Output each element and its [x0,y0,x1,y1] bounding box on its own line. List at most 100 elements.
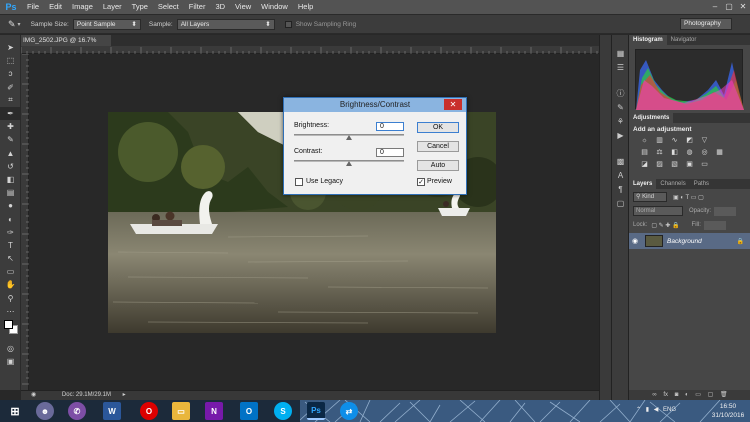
brush-panel-icon[interactable]: ✎ [612,101,629,115]
sample-size-select[interactable]: Point Sample ⬍ [72,18,141,30]
sample-select[interactable]: All Layers ⬍ [176,18,275,30]
add-mask-icon[interactable]: ◙ [675,392,679,398]
status-arrow-icon[interactable]: ▸ [123,392,126,398]
language-indicator[interactable]: ENG [663,407,676,413]
maximize-button[interactable]: ▢ [722,0,736,14]
vibrance-icon[interactable]: ▽ [699,136,710,145]
skype-icon[interactable]: S [274,402,292,420]
new-adjustment-icon[interactable]: ◐ [685,392,689,398]
visibility-eye-icon[interactable]: ◉ [629,237,641,245]
menu-view[interactable]: View [230,0,256,14]
styles-panel-icon[interactable]: ▢ [612,197,629,211]
menu-select[interactable]: Select [153,0,184,14]
quick-select-icon[interactable]: ✐ [0,81,21,94]
dialog-close-button[interactable]: ✕ [444,99,462,110]
opera-icon[interactable]: O [140,402,158,420]
type-icon[interactable]: T [0,239,21,252]
history-brush-icon[interactable]: ↺ [0,160,21,173]
paragraph-panel-icon[interactable]: ¶ [612,183,629,197]
eraser-icon[interactable]: ◧ [0,173,21,186]
tab-adjustments[interactable]: Adjustments [629,113,674,123]
stamp-icon[interactable]: ▲ [0,147,21,160]
preview-checkbox[interactable]: ✓ [417,178,425,186]
selective-color-icon[interactable]: ▣ [684,160,695,169]
sampling-ring-checkbox[interactable] [284,20,292,28]
layer-row[interactable]: ◉ Background 🔒 [629,233,750,249]
new-layer-icon[interactable]: ▢ [708,392,714,398]
menu-help[interactable]: Help [293,0,318,14]
close-window-button[interactable]: ✕ [736,0,750,14]
opacity-input[interactable] [714,206,737,216]
contrast-input[interactable]: 0 [376,148,404,157]
zoom-icon[interactable]: ⚲ [0,292,21,305]
actions-panel-icon[interactable]: ▶ [612,129,629,143]
tray-chevron-icon[interactable]: ⌃ [636,407,641,413]
properties-panel-icon[interactable]: ☰ [612,61,629,75]
eyedropper-icon[interactable]: ✒ [0,106,21,121]
menu-window[interactable]: Window [256,0,293,14]
layer-style-icon[interactable]: fx [663,392,668,398]
teamviewer-icon[interactable]: ⇄ [340,402,358,420]
quick-mask-icon[interactable]: ◎ [0,342,21,355]
curves-icon[interactable]: ∿ [669,136,680,145]
black-white-icon[interactable]: ◧ [669,148,680,157]
menu-file[interactable]: File [22,0,44,14]
filter-icons[interactable]: ▣ ◐ T ▭ ▢ [673,194,704,201]
word-icon[interactable]: W [103,402,121,420]
hue-saturation-icon[interactable]: ▤ [639,148,650,157]
blur-icon[interactable]: ● [0,199,21,212]
horizontal-ruler[interactable] [20,46,599,54]
brightness-icon[interactable]: ☼ [639,136,650,145]
vertical-ruler[interactable] [21,53,29,390]
clone-source-icon[interactable]: ⚘ [612,115,629,129]
tab-layers[interactable]: Layers [629,179,657,189]
cancel-button[interactable]: Cancel [417,141,459,152]
taskbar-clock[interactable]: 16:50 31/10/2016 [710,402,746,420]
brightness-input[interactable]: 0 [376,122,404,131]
crop-icon[interactable]: ⌗ [0,94,21,107]
dialog-title-bar[interactable]: Brightness/Contrast ✕ [284,98,466,112]
viber-icon[interactable]: ✆ [68,402,86,420]
menu-image[interactable]: Image [67,0,98,14]
workspace-select[interactable]: Photography [680,18,732,30]
windows-start-icon[interactable]: ⊞ [6,402,24,420]
pen-icon[interactable]: ✑ [0,226,21,239]
foreground-color-swatch[interactable] [4,319,13,329]
history-panel-icon[interactable]: ▦ [612,47,629,61]
color-lookup-icon[interactable]: ▦ [714,148,725,157]
eyedropper-icon[interactable]: ✎ [8,19,16,30]
brush-icon[interactable]: ✎ [0,133,21,146]
color-swatches[interactable] [0,318,20,342]
info-panel-icon[interactable]: ⓘ [612,87,629,101]
screen-mode-icon[interactable]: ▣ [0,355,21,368]
tab-navigator[interactable]: Navigator [667,35,701,45]
fill-input[interactable] [703,220,726,230]
onenote-icon[interactable]: N [205,402,223,420]
menu-type[interactable]: Type [127,0,153,14]
move-icon[interactable]: ➤ [0,41,21,54]
gradient-map-icon[interactable]: ▭ [699,160,710,169]
contrast-slider-thumb[interactable] [346,161,352,166]
outlook-icon[interactable]: O [240,402,258,420]
edit-toolbar-icon[interactable]: ⋯ [0,305,21,318]
menu-filter[interactable]: Filter [184,0,211,14]
healing-icon[interactable]: ✚ [0,120,21,133]
channel-mixer-icon[interactable]: ◎ [699,148,710,157]
auto-button[interactable]: Auto [417,160,459,171]
levels-icon[interactable]: ▥ [654,136,665,145]
character-panel-icon[interactable]: A [612,169,629,183]
marquee-icon[interactable]: ⬚ [0,54,21,67]
brightness-slider-thumb[interactable] [346,135,352,140]
network-icon[interactable]: ▮ [646,407,649,413]
link-layers-icon[interactable]: ∞ [652,392,656,398]
tab-paths[interactable]: Paths [690,179,713,189]
cortana-icon[interactable]: ☻ [36,402,54,420]
file-explorer-icon[interactable]: ▭ [172,402,190,420]
minimize-button[interactable]: – [708,0,722,14]
hand-icon[interactable]: ✋ [0,278,21,291]
delete-layer-icon[interactable]: 🗑 [720,392,728,398]
new-group-icon[interactable]: ▭ [695,392,701,398]
exposure-icon[interactable]: ◩ [684,136,695,145]
color-balance-icon[interactable]: ⚖ [654,148,665,157]
tab-histogram[interactable]: Histogram [629,35,667,45]
